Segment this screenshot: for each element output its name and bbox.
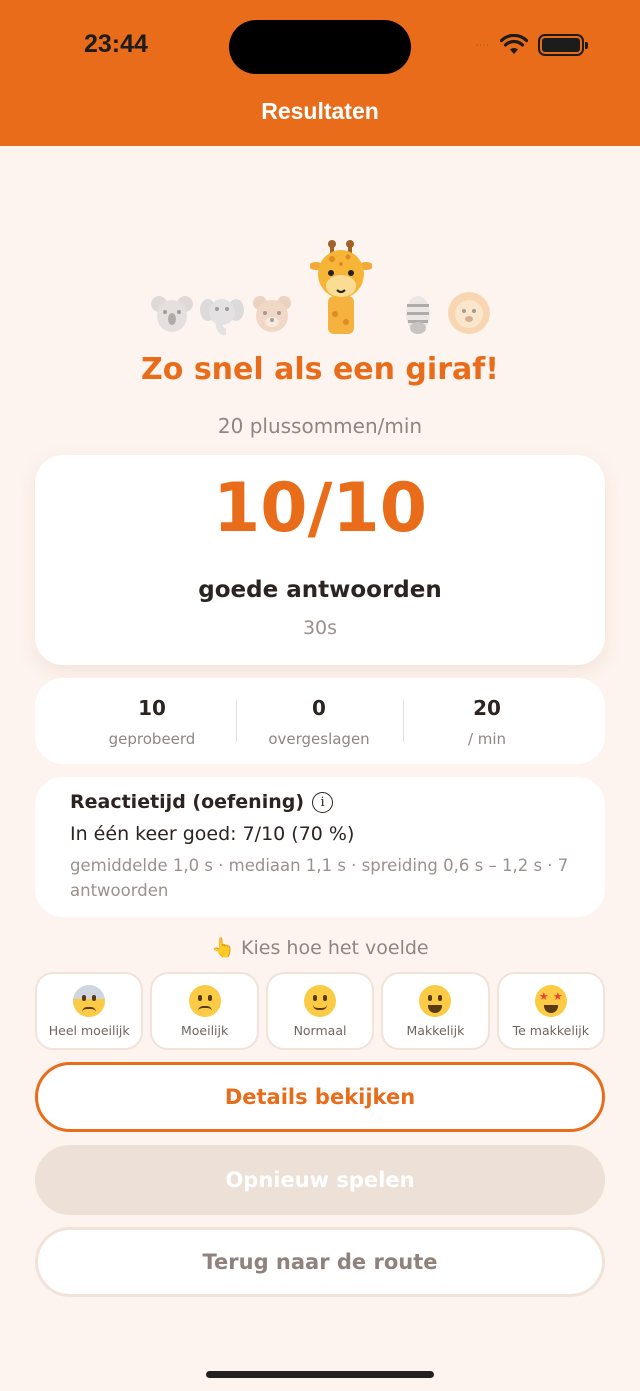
signal-icon: ···· bbox=[475, 40, 490, 50]
slight-smile-face-icon bbox=[304, 984, 337, 1017]
bear-icon bbox=[253, 296, 291, 332]
result-rate: 20 plussommen/min bbox=[217, 414, 423, 438]
feeling-hard-button[interactable]: Moeilijk bbox=[150, 972, 259, 1050]
anxious-face-icon bbox=[73, 984, 106, 1017]
feeling-too-easy-button[interactable]: Te makkelijk bbox=[496, 972, 606, 1050]
zebra-icon bbox=[406, 296, 430, 334]
feeling-label: Te makkelijk bbox=[512, 1022, 590, 1038]
feeling-label: Makkelijk bbox=[406, 1022, 465, 1038]
reaction-title-row: Reactietijd (oefening) i bbox=[70, 791, 570, 813]
stat-skipped: 0 overgeslagen bbox=[224, 696, 414, 748]
score-value: 10/10 bbox=[212, 469, 428, 548]
reaction-time-card: Reactietijd (oefening) i In één keer goe… bbox=[35, 777, 605, 917]
reaction-title: Reactietijd (oefening) bbox=[70, 791, 305, 813]
elephant-icon bbox=[200, 299, 244, 336]
star-struck-face-icon bbox=[534, 984, 567, 1017]
stat-per-minute: 20 / min bbox=[392, 696, 582, 748]
giraffe-icon bbox=[310, 240, 372, 334]
feeling-options: Heel moeilijk Moeilijk Normaal Makkelijk… bbox=[35, 972, 606, 1050]
reaction-detail: gemiddelde 1,0 s · mediaan 1,1 s · sprei… bbox=[70, 856, 569, 900]
stat-label: geprobeerd bbox=[108, 730, 196, 748]
feeling-label: Moeilijk bbox=[180, 1022, 229, 1038]
animal-row bbox=[0, 240, 640, 340]
stat-label: overgeslagen bbox=[268, 730, 370, 748]
top-bar: 23:44 ···· Resultaten bbox=[0, 0, 640, 146]
feeling-prompt: 👆 Kies hoe het voelde bbox=[211, 937, 429, 959]
koala-icon bbox=[151, 296, 193, 332]
battery-icon bbox=[538, 34, 588, 56]
info-icon[interactable]: i bbox=[312, 791, 334, 813]
feeling-label: Heel moeilijk bbox=[48, 1022, 130, 1038]
reaction-summary: In één keer goed: 7/10 (70 %) bbox=[70, 823, 355, 845]
wifi-icon bbox=[500, 34, 528, 54]
stat-value: 0 bbox=[312, 696, 326, 720]
score-card: 10/10 goede antwoorden 30s bbox=[35, 455, 605, 665]
back-to-route-button[interactable]: Terug naar de route bbox=[35, 1227, 605, 1297]
score-time: 30s bbox=[302, 617, 338, 639]
feeling-label: Normaal bbox=[293, 1022, 347, 1038]
score-label: goede antwoorden bbox=[198, 577, 442, 603]
dynamic-island bbox=[229, 20, 411, 74]
status-time: 23:44 bbox=[84, 30, 148, 58]
feeling-very-hard-button[interactable]: Heel moeilijk bbox=[35, 972, 144, 1050]
lion-icon bbox=[448, 292, 490, 334]
feeling-easy-button[interactable]: Makkelijk bbox=[381, 972, 490, 1050]
stat-value: 20 bbox=[473, 696, 501, 720]
status-icons: ···· bbox=[475, 34, 588, 56]
replay-button[interactable]: Opnieuw spelen bbox=[35, 1145, 605, 1215]
home-indicator[interactable] bbox=[206, 1371, 434, 1378]
stat-value: 10 bbox=[138, 696, 166, 720]
stat-attempted: 10 geprobeerd bbox=[57, 696, 247, 748]
details-button[interactable]: Details bekijken bbox=[35, 1062, 605, 1132]
confused-face-icon bbox=[188, 984, 221, 1017]
page-title: Resultaten bbox=[261, 98, 379, 124]
stats-card: 10 geprobeerd 0 overgeslagen 20 / min bbox=[35, 678, 605, 764]
feeling-normal-button[interactable]: Normaal bbox=[265, 972, 375, 1050]
grin-face-icon bbox=[419, 984, 452, 1017]
result-title: Zo snel als een giraf! bbox=[141, 352, 499, 387]
stat-label: / min bbox=[467, 730, 507, 748]
